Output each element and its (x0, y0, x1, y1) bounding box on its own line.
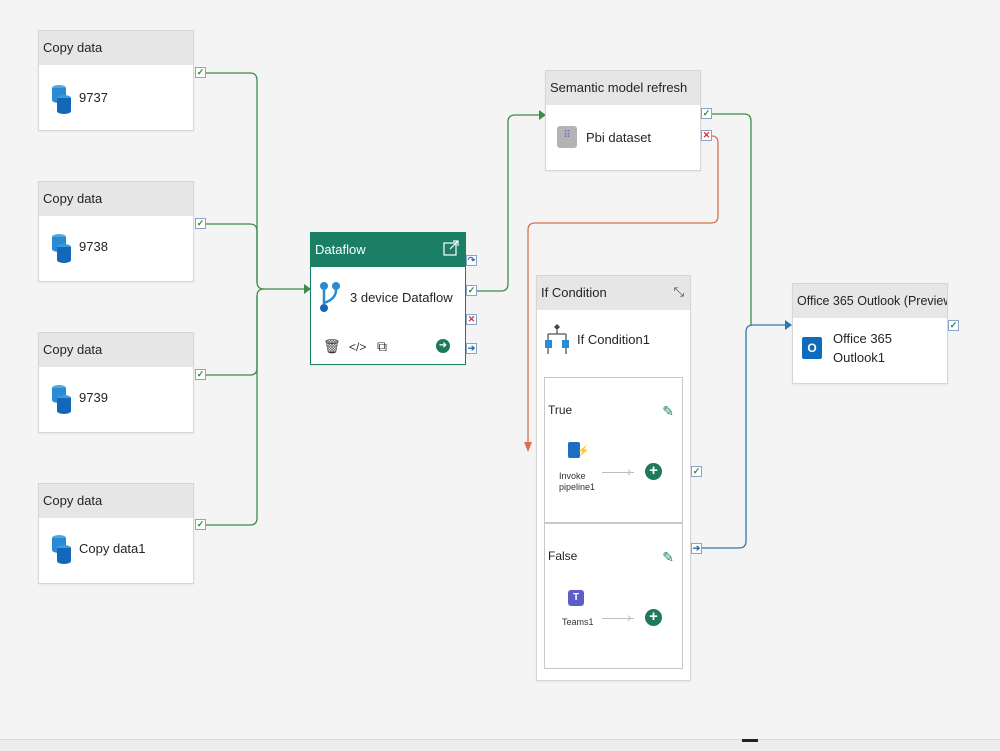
connector-arrow-icon: › (627, 463, 632, 479)
arrowhead-if (524, 442, 532, 452)
wire-copy1-dataflow (206, 72, 305, 290)
true-branch[interactable]: True ✎ ⚡ Invoke pipeline1 › + (544, 377, 683, 523)
activity-type-label: Semantic model refresh (546, 71, 700, 105)
office365-outlook-activity[interactable]: Office 365 Outlook (Preview) O Office 36… (792, 283, 948, 384)
if-condition-activity[interactable]: If Condition ⤡ If Condition1 True ✎ ⚡ In… (536, 275, 691, 681)
database-copy-icon (52, 385, 71, 414)
success-output-port[interactable]: ✓ (466, 285, 477, 296)
if-condition-icon (545, 324, 569, 354)
wire-copy4-dataflow (206, 296, 258, 526)
copy-activity-9739[interactable]: Copy data 9739 (38, 332, 194, 433)
activity-type-label: Copy data (39, 333, 193, 367)
connector-arrow-icon: › (627, 609, 632, 625)
dataflow-activity[interactable]: Dataflow 3 device Dataflow 🗑 </> ⧉ ➜ (310, 232, 466, 365)
delete-icon[interactable]: 🗑 (323, 338, 341, 355)
success-output-port[interactable]: ✓ (691, 466, 702, 477)
success-output-port[interactable]: ✓ (195, 519, 206, 530)
activity-name: 9739 (79, 390, 108, 405)
collapse-icon[interactable]: ⤡ (674, 284, 684, 300)
activity-type-label: Copy data (39, 484, 193, 518)
success-output-port[interactable]: ✓ (195, 67, 206, 78)
false-branch[interactable]: False ✎ T Teams1 › + (544, 523, 683, 669)
activity-type-label: Dataflow (311, 233, 465, 267)
outlook-icon: O (802, 337, 822, 359)
dataflow-icon (320, 282, 340, 312)
copy-activity-9737[interactable]: Copy data 9737 (38, 30, 194, 131)
activity-toolbar: 🗑 </> ⧉ ➜ (311, 330, 465, 364)
activity-name: Invoke pipeline1 (559, 471, 596, 492)
success-output-port[interactable]: ✓ (948, 320, 959, 331)
database-copy-icon (52, 535, 71, 564)
horizontal-scrollbar[interactable] (0, 739, 1000, 751)
scrollbar-thumb[interactable] (742, 739, 758, 742)
open-external-icon[interactable] (443, 240, 459, 256)
activity-name: Copy data1 (79, 541, 146, 556)
add-activity-button[interactable]: + (645, 463, 662, 480)
activity-name: 9737 (79, 90, 108, 105)
activity-name: Pbi dataset (586, 130, 652, 145)
activity-type-label: Copy data (39, 182, 193, 216)
copy-activity-9738[interactable]: Copy data 9738 (38, 181, 194, 282)
activity-name: 3 device Dataflow (350, 290, 453, 305)
activity-name-line2: Outlook1 (833, 350, 886, 365)
pipeline-canvas[interactable]: Copy data 9737 ✓ Copy data 9738 ✓ Copy d… (0, 0, 1000, 751)
skip-output-port[interactable]: ↷ (466, 255, 477, 266)
semantic-model-refresh-activity[interactable]: Semantic model refresh ⠿ Pbi dataset (545, 70, 701, 171)
wire-copy3-dataflow (206, 288, 265, 376)
edit-pencil-icon[interactable]: ✎ (662, 403, 674, 420)
activity-name: Teams1 (562, 617, 594, 627)
activity-name-line1: Office 365 (833, 331, 893, 346)
wire-dataflow-semantic (477, 114, 540, 292)
code-icon[interactable]: </> (349, 340, 366, 354)
completion-output-port[interactable]: ➔ (466, 343, 477, 354)
failure-output-port[interactable]: ✕ (701, 130, 712, 141)
copy-icon[interactable]: ⧉ (377, 338, 387, 355)
success-output-port[interactable]: ✓ (701, 108, 712, 119)
wire-if-completion-outlook (702, 324, 786, 549)
wire-semantic-success-outlook (712, 113, 752, 325)
activity-name: 9738 (79, 239, 108, 254)
add-activity-button[interactable]: + (645, 609, 662, 626)
database-copy-icon (52, 234, 71, 263)
run-arrow-icon[interactable]: ➜ (436, 339, 450, 353)
lightning-icon: ⚡ (577, 446, 590, 457)
arrowhead-outlook (785, 320, 792, 330)
activity-type-label: Copy data (39, 31, 193, 65)
activity-type-label: If Condition (537, 276, 690, 310)
success-output-port[interactable]: ✓ (195, 369, 206, 380)
completion-output-port[interactable]: ➔ (691, 543, 702, 554)
failure-output-port[interactable]: ✕ (466, 314, 477, 325)
branch-title: True (548, 403, 573, 417)
copy-activity-copy-data1[interactable]: Copy data Copy data1 (38, 483, 194, 584)
success-output-port[interactable]: ✓ (195, 218, 206, 229)
branch-title: False (548, 549, 578, 563)
teams-icon: T (568, 590, 584, 606)
wire-copy2-dataflow (206, 223, 258, 282)
activity-type-label: Office 365 Outlook (Preview) (793, 284, 947, 318)
edit-pencil-icon[interactable]: ✎ (662, 549, 674, 566)
activity-name: If Condition1 (577, 332, 650, 347)
semantic-model-icon: ⠿ (557, 126, 577, 148)
database-copy-icon (52, 85, 71, 114)
